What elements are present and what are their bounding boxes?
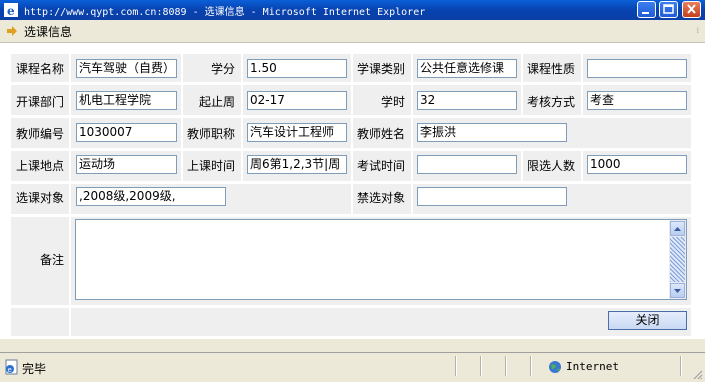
course-name-field[interactable]: 汽车驾驶（自费） (76, 59, 177, 78)
nature-field[interactable] (587, 59, 687, 78)
remark-scrollbar[interactable] (669, 220, 686, 299)
exam-label: 考试时间 (357, 159, 406, 173)
maximize-button[interactable] (659, 1, 678, 18)
remark-textarea[interactable] (75, 219, 687, 300)
weeks-label: 起止周 (199, 95, 236, 109)
teacher-name-field[interactable]: 李振洪 (417, 123, 567, 142)
button-row (70, 307, 692, 337)
time-field[interactable]: 周6第1,2,3节|周 (247, 155, 347, 174)
status-divider (480, 356, 481, 376)
window-title: http://www.qypt.com.cn:8089 - 选课信息 - Mic… (24, 7, 426, 18)
scroll-up-button[interactable] (670, 221, 685, 236)
status-divider (505, 356, 506, 376)
status-divider (455, 356, 456, 376)
close-button[interactable]: 关闭 (608, 311, 687, 330)
minimize-button[interactable] (637, 1, 656, 18)
svg-text:e: e (8, 366, 12, 374)
title-bar: e http://www.qypt.com.cn:8089 - 选课信息 - M… (0, 0, 705, 20)
target-label: 选课对象 (16, 191, 65, 205)
limit-label: 限选人数 (527, 159, 576, 173)
scroll-track[interactable] (670, 237, 685, 282)
button-row-spacer (10, 307, 70, 337)
teacher-name-label: 教师姓名 (357, 127, 406, 141)
place-label: 上课地点 (16, 159, 65, 173)
status-bar: e 完毕 Internet (0, 352, 705, 382)
ie-window: e http://www.qypt.com.cn:8089 - 选课信息 - M… (0, 0, 705, 382)
form-area: 课程名称 汽车驾驶（自费） 学分 1.50 学课类别 公共任意选修课 课程性质 … (0, 43, 705, 339)
category-label: 学课类别 (357, 62, 406, 76)
limit-field[interactable]: 1000 (587, 155, 687, 174)
place-field[interactable]: 运动场 (76, 155, 177, 174)
close-window-button[interactable] (682, 1, 701, 18)
dialog-header: 选课信息 ⁞ (0, 20, 705, 43)
security-zone: Internet (566, 360, 619, 373)
hours-field[interactable]: 32 (417, 91, 517, 110)
dialog-title: 选课信息 (24, 25, 73, 39)
dept-field[interactable]: 机电工程学院 (76, 91, 177, 110)
teacher-id-field[interactable]: 1030007 (76, 123, 177, 142)
banned-label: 禁选对象 (357, 191, 406, 205)
maximize-icon (663, 4, 674, 14)
dept-label: 开课部门 (16, 95, 65, 109)
status-text: 完毕 (22, 362, 47, 376)
exam-field[interactable] (417, 155, 517, 174)
status-divider (530, 356, 531, 376)
assess-field[interactable]: 考查 (587, 91, 687, 110)
credit-field[interactable]: 1.50 (247, 59, 347, 78)
weeks-field[interactable]: 02-17 (247, 91, 347, 110)
teacher-title-field[interactable]: 汽车设计工程师 (247, 123, 347, 142)
hours-label: 学时 (381, 95, 406, 109)
chevron-down-icon (674, 289, 681, 293)
arrow-right-icon (7, 26, 17, 36)
page-done-icon: e (5, 359, 18, 375)
chevron-up-icon (674, 227, 681, 231)
teacher-id-label: 教师编号 (16, 127, 65, 141)
scroll-down-button[interactable] (670, 283, 685, 298)
ie-icon: e (4, 3, 18, 17)
resize-grip-icon[interactable] (691, 368, 703, 380)
assess-label: 考核方式 (527, 95, 576, 109)
banned-field[interactable] (417, 187, 567, 206)
status-divider (680, 356, 681, 376)
remark-label: 备注 (40, 253, 65, 267)
target-field[interactable]: ,2008级,2009级, (76, 187, 226, 206)
close-icon (687, 4, 696, 14)
nature-label: 课程性质 (527, 62, 576, 76)
time-label: 上课时间 (187, 159, 236, 173)
globe-icon (549, 361, 561, 373)
svg-text:e: e (7, 4, 15, 17)
credit-label: 学分 (211, 62, 236, 76)
minimize-icon (642, 12, 649, 14)
teacher-title-label: 教师职称 (187, 127, 236, 141)
course-name-label: 课程名称 (16, 62, 65, 76)
category-field[interactable]: 公共任意选修课 (417, 59, 517, 78)
grip-icon: ⁞ (696, 26, 699, 35)
